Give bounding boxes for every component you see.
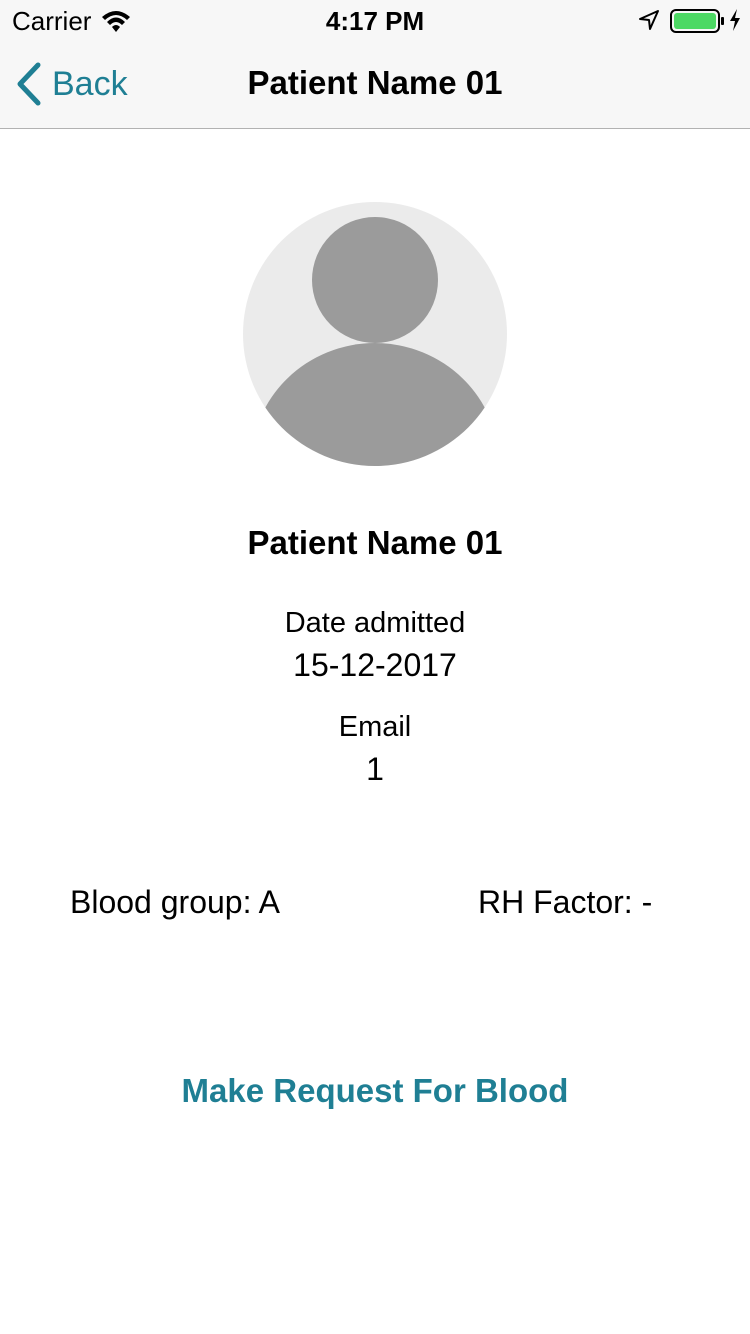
patient-name: Patient Name 01: [247, 524, 503, 561]
date-admitted-value: 15-12-2017: [293, 647, 457, 683]
nav-title: Patient Name 01: [247, 64, 503, 101]
blood-group-label: Blood group: A: [70, 884, 280, 920]
rh-factor-label: RH Factor: -: [478, 884, 653, 920]
patient-detail-screen: Carrier 4:17 PM Back Patient Name 01 Pat…: [0, 0, 750, 1334]
email-value: 1: [366, 751, 384, 787]
battery-icon: [670, 9, 724, 33]
email-label: Email: [338, 711, 412, 743]
charge-icon: [730, 9, 740, 31]
navigation-bar: Back Patient Name 01: [0, 40, 750, 129]
make-request-for-blood-button[interactable]: Make Request For Blood: [0, 1072, 750, 1110]
avatar-placeholder-icon: [243, 202, 507, 466]
location-icon: [639, 10, 659, 30]
date-admitted-label: Date admitted: [284, 607, 466, 639]
status-bar: Carrier 4:17 PM: [0, 0, 750, 40]
